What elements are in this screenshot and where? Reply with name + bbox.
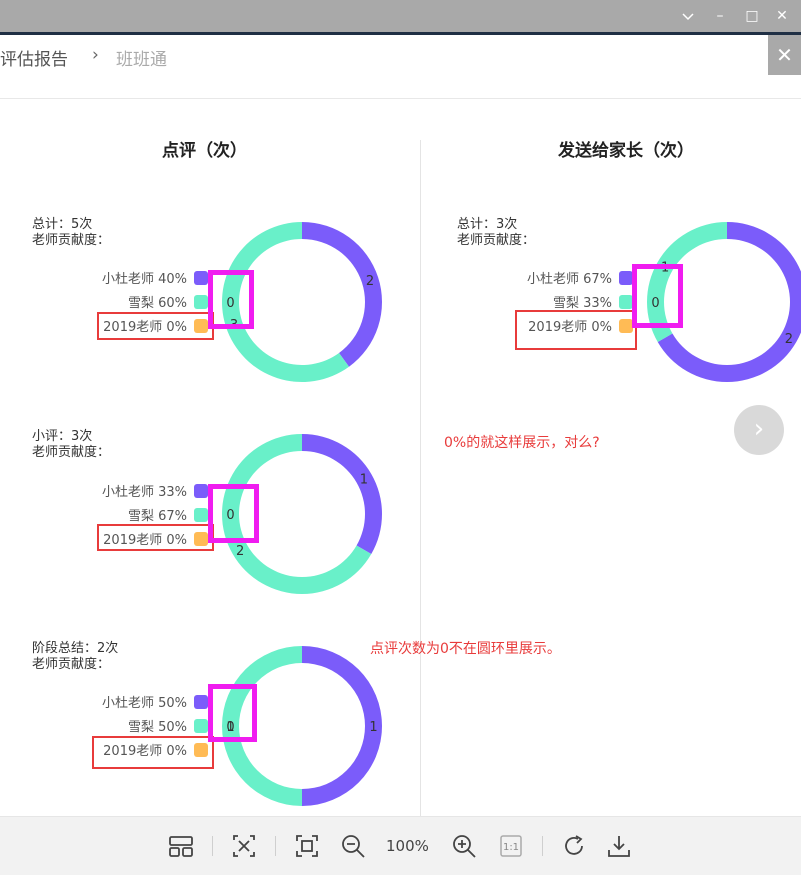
toolbar-divider — [542, 836, 543, 856]
left-column-title: 点评（次） — [162, 141, 247, 161]
annotation-note: 0%的就这样展示，对么? — [444, 435, 600, 451]
legend-label: 雪梨 33% — [552, 296, 612, 311]
legend-item: 雪梨 67% — [128, 505, 208, 524]
chart-summary: 阶段总结：2次 老师贡献度： — [32, 641, 118, 673]
donut-segment-label: 1 — [369, 720, 377, 735]
download-icon[interactable] — [606, 833, 632, 859]
window-minimize-button[interactable]: – — [710, 6, 730, 26]
summary-contribution-label: 老师贡献度： — [32, 233, 111, 248]
zoom-out-icon[interactable] — [340, 833, 366, 859]
zoom-level-readout: 100% — [386, 837, 429, 855]
right-column-title: 发送给家长（次） — [558, 141, 694, 161]
legend-label: 雪梨 67% — [127, 509, 187, 524]
annotation-note: 点评次数为0不在圆环里展示。 — [370, 641, 561, 657]
summary-count: 小评：3次 — [32, 429, 93, 444]
annotation-magenta-box — [208, 270, 254, 329]
legend-swatch — [194, 294, 208, 309]
toolbar-divider — [212, 836, 213, 856]
legend-item: 小杜老师 33% — [102, 481, 208, 500]
legend-swatch — [619, 270, 633, 285]
zoom-in-icon[interactable] — [451, 833, 477, 859]
fit-screen-icon[interactable] — [294, 833, 320, 859]
window-menu-chevron-icon[interactable] — [678, 6, 698, 26]
annotation-magenta-box — [208, 684, 257, 742]
legend-swatch — [194, 694, 208, 709]
gallery-icon[interactable] — [168, 833, 194, 859]
legend-label: 小杜老师 40% — [101, 272, 187, 287]
legend-swatch — [194, 483, 208, 498]
window-close-button[interactable]: ✕ — [772, 6, 792, 26]
legend-swatch — [194, 507, 208, 522]
legend-label: 雪梨 50% — [127, 720, 187, 735]
donut-segment-label: 2 — [366, 274, 374, 289]
summary-count: 总计：5次 — [32, 217, 93, 232]
toolbar-divider — [275, 836, 276, 856]
column-divider — [420, 140, 421, 816]
legend-swatch — [194, 718, 208, 733]
legend-label: 小杜老师 67% — [526, 272, 612, 287]
annotation-red-box — [97, 524, 214, 551]
viewer-close-button[interactable]: ✕ — [768, 35, 801, 75]
summary-count: 总计：3次 — [457, 217, 518, 232]
legend-label: 小杜老师 33% — [101, 485, 187, 500]
annotation-red-box — [92, 736, 214, 769]
legend-item: 小杜老师 40% — [102, 268, 208, 287]
breadcrumb-separator-icon: › — [92, 45, 99, 65]
chart-summary: 小评：3次 老师贡献度： — [32, 429, 110, 461]
header: 评估报告 › 班班通 ✕ — [0, 35, 801, 99]
donut-segment-label: 2 — [236, 544, 244, 559]
annotation-magenta-box — [632, 264, 683, 328]
annotation-red-box — [97, 312, 214, 340]
donut-segment-label: 2 — [785, 332, 793, 347]
actual-size-label: 1:1 — [503, 842, 519, 853]
next-page-button[interactable]: › — [734, 405, 784, 455]
window-titlebar: – □ ✕ — [0, 0, 801, 32]
summary-count: 阶段总结：2次 — [32, 641, 119, 656]
viewer-toolbar: 100% 1:1 — [0, 816, 801, 875]
rotate-icon[interactable] — [561, 833, 587, 859]
donut-segment — [302, 434, 382, 554]
legend-label: 雪梨 60% — [127, 296, 187, 311]
legend-swatch — [619, 294, 633, 309]
summary-contribution-label: 老师贡献度： — [457, 233, 536, 248]
legend-item: 小杜老师 67% — [527, 268, 633, 287]
legend-item: 雪梨 60% — [128, 292, 208, 311]
actual-size-icon[interactable]: 1:1 — [499, 833, 523, 859]
chart-summary: 总计：5次 老师贡献度： — [32, 217, 110, 249]
fit-width-icon[interactable] — [231, 833, 257, 859]
annotation-red-box — [515, 310, 637, 350]
legend-item: 小杜老师 50% — [102, 692, 208, 711]
donut-segment-label: 1 — [360, 472, 368, 487]
summary-contribution-label: 老师贡献度： — [32, 657, 111, 672]
legend-item: 雪梨 33% — [553, 292, 633, 311]
breadcrumb-item-report[interactable]: 评估报告 — [0, 45, 68, 70]
breadcrumb-item-banbantong[interactable]: 班班通 — [116, 45, 167, 70]
legend-swatch — [194, 270, 208, 285]
donut-segment — [302, 222, 382, 367]
legend-item: 雪梨 50% — [128, 716, 208, 735]
summary-contribution-label: 老师贡献度： — [32, 445, 111, 460]
window-maximize-button[interactable]: □ — [742, 6, 762, 26]
report-content: 点评（次） 发送给家长（次） 总计：5次 老师贡献度： 小杜老师 40% 雪梨 … — [0, 100, 801, 816]
legend-label: 小杜老师 50% — [101, 696, 187, 711]
chart-summary: 总计：3次 老师贡献度： — [457, 217, 535, 249]
annotation-magenta-box — [208, 484, 259, 543]
